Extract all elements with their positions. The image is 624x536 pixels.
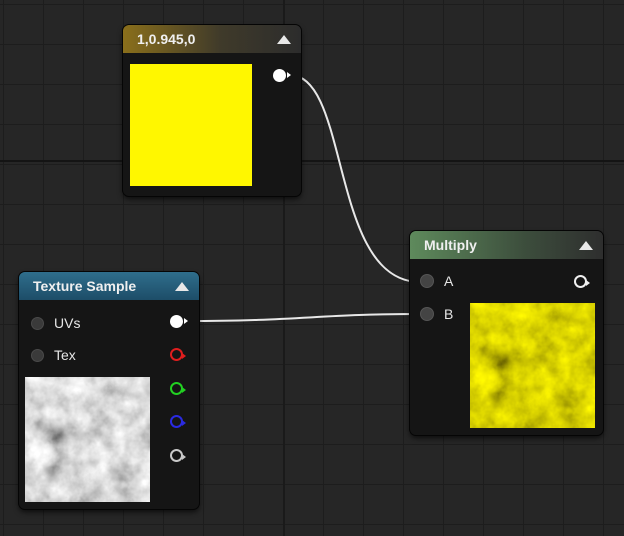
a-output-pin[interactable] — [170, 449, 186, 462]
multiply-preview — [470, 303, 595, 428]
circle-pin-icon[interactable] — [420, 274, 434, 288]
r-output-pin[interactable] — [170, 348, 186, 361]
multiply-output-pin[interactable] — [574, 275, 590, 288]
wire-texture-to-b[interactable] — [185, 313, 421, 322]
texture-node-title: Texture Sample — [33, 278, 137, 294]
wire-constant-to-a[interactable] — [289, 74, 421, 283]
uvs-label: UVs — [54, 315, 81, 331]
tex-input-row[interactable]: Tex — [31, 347, 76, 363]
b-label: B — [444, 306, 454, 322]
constant-color-swatch — [130, 64, 252, 186]
circle-pin-icon[interactable] — [31, 348, 44, 362]
circle-pin-icon[interactable] — [31, 316, 44, 330]
a-input-row[interactable]: A — [420, 273, 453, 289]
rgb-output-pin[interactable] — [170, 315, 188, 328]
triangle-up-icon[interactable] — [579, 240, 593, 250]
texture-preview — [25, 377, 150, 502]
multiply-node-header[interactable]: Multiply — [410, 231, 603, 259]
b-output-pin[interactable] — [170, 415, 186, 428]
a-label: A — [444, 273, 454, 289]
constant-node-header[interactable]: 1,0.945,0 — [123, 25, 301, 53]
g-output-pin[interactable] — [170, 382, 186, 395]
tex-label: Tex — [54, 347, 76, 363]
b-input-row[interactable]: B — [420, 306, 453, 322]
multiply-node[interactable]: Multiply A B — [410, 231, 603, 435]
triangle-up-icon[interactable] — [277, 34, 291, 44]
texture-node-header[interactable]: Texture Sample — [19, 272, 199, 300]
multiply-node-title: Multiply — [424, 237, 477, 253]
texture-sample-node[interactable]: Texture Sample UVs Tex — [19, 272, 199, 509]
triangle-up-icon[interactable] — [175, 281, 189, 291]
uvs-input-row[interactable]: UVs — [31, 315, 80, 331]
circle-pin-icon[interactable] — [420, 307, 434, 321]
constant-output-pin[interactable] — [273, 69, 291, 82]
constant-node-title: 1,0.945,0 — [137, 31, 196, 47]
constant-node[interactable]: 1,0.945,0 — [123, 25, 301, 196]
